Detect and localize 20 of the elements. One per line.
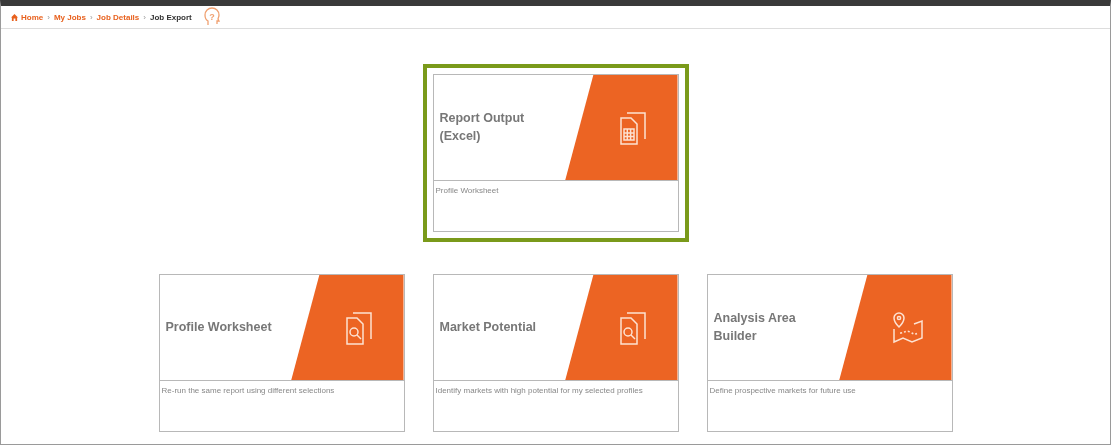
job-card[interactable]: Report Output (Excel) Profile Worksheet bbox=[432, 74, 679, 232]
breadcrumb-separator: › bbox=[89, 12, 93, 22]
breadcrumb-link[interactable]: Home bbox=[11, 12, 44, 22]
breadcrumb-separator: › bbox=[47, 12, 50, 22]
home-icon bbox=[11, 13, 18, 21]
breadcrumb-current: Job Export bbox=[149, 12, 192, 22]
card-description: Define prospective markets for future use bbox=[708, 385, 857, 397]
card-title: Analysis Area Builder bbox=[713, 310, 797, 345]
card-title: Profile Worksheet bbox=[165, 318, 273, 336]
breadcrumb-link[interactable]: My Jobs bbox=[53, 12, 86, 22]
job-card[interactable]: Analysis Area Builder Define prospective markets for future use bbox=[706, 274, 953, 432]
card-description: Re-run the same report using different selections bbox=[160, 385, 336, 397]
card-title: Report Output (Excel) bbox=[439, 110, 526, 145]
card-title: Market Potential bbox=[439, 318, 538, 336]
job-card[interactable]: Market Potential Identify markets with high potential for my selected profiles bbox=[432, 274, 679, 432]
job-card[interactable]: Profile Worksheet Re-run the same report using different selections bbox=[158, 274, 405, 432]
breadcrumb-separator: › bbox=[143, 12, 146, 22]
breadcrumb-link[interactable]: Job Details bbox=[96, 12, 140, 22]
card-description: Identify markets with high potential for my selected profiles bbox=[434, 385, 644, 397]
card-description: Profile Worksheet bbox=[434, 185, 500, 197]
